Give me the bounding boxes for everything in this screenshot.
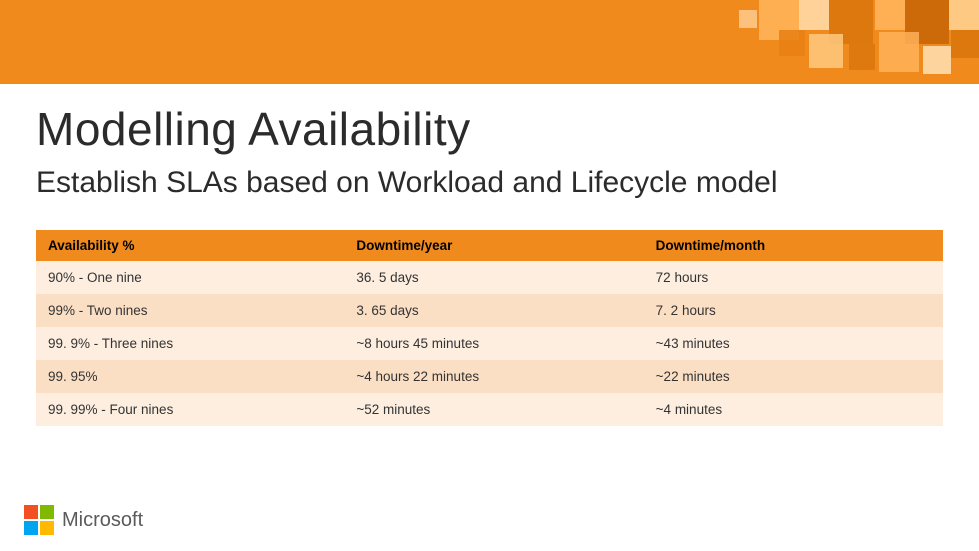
table-row: 90% - One nine 36. 5 days 72 hours: [36, 261, 943, 294]
cell-availability: 99. 95%: [36, 360, 344, 393]
col-downtime-month: Downtime/month: [644, 230, 943, 261]
cell-downtime-year: ~4 hours 22 minutes: [344, 360, 643, 393]
cell-downtime-month: 7. 2 hours: [644, 294, 943, 327]
cell-downtime-year: 36. 5 days: [344, 261, 643, 294]
cell-downtime-year: ~52 minutes: [344, 393, 643, 426]
col-downtime-year: Downtime/year: [344, 230, 643, 261]
microsoft-logo-icon: [24, 505, 54, 535]
banner-decoration-icon: [579, 0, 979, 84]
cell-downtime-month: ~22 minutes: [644, 360, 943, 393]
footer: Microsoft: [24, 505, 143, 535]
table-row: 99. 99% - Four nines ~52 minutes ~4 minu…: [36, 393, 943, 426]
cell-availability: 99. 9% - Three nines: [36, 327, 344, 360]
cell-downtime-month: ~4 minutes: [644, 393, 943, 426]
cell-downtime-year: ~8 hours 45 minutes: [344, 327, 643, 360]
table-header-row: Availability % Downtime/year Downtime/mo…: [36, 230, 943, 261]
cell-downtime-year: 3. 65 days: [344, 294, 643, 327]
cell-downtime-month: 72 hours: [644, 261, 943, 294]
cell-availability: 90% - One nine: [36, 261, 344, 294]
cell-availability: 99% - Two nines: [36, 294, 344, 327]
brand-name: Microsoft: [62, 509, 143, 532]
table-row: 99. 9% - Three nines ~8 hours 45 minutes…: [36, 327, 943, 360]
table-row: 99% - Two nines 3. 65 days 7. 2 hours: [36, 294, 943, 327]
banner: [0, 0, 979, 84]
slide-title: Modelling Availability: [36, 102, 943, 156]
cell-downtime-month: ~43 minutes: [644, 327, 943, 360]
col-availability: Availability %: [36, 230, 344, 261]
availability-table: Availability % Downtime/year Downtime/mo…: [36, 230, 943, 426]
slide-subtitle: Establish SLAs based on Workload and Lif…: [36, 166, 943, 200]
content-area: Modelling Availability Establish SLAs ba…: [0, 84, 979, 426]
table-row: 99. 95% ~4 hours 22 minutes ~22 minutes: [36, 360, 943, 393]
cell-availability: 99. 99% - Four nines: [36, 393, 344, 426]
